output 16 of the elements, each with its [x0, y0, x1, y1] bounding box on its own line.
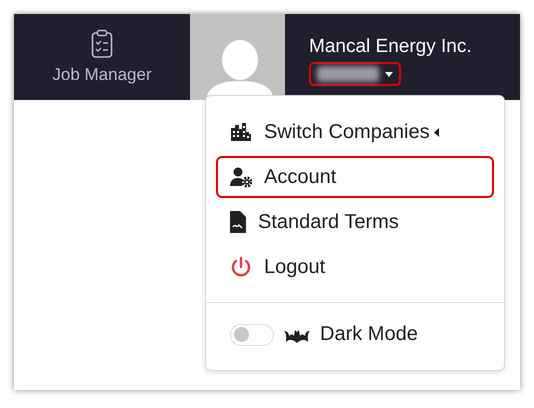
menu-item[interactable]: Standard Terms [216, 201, 494, 243]
user-gear-icon [230, 166, 252, 188]
power-icon [230, 256, 252, 278]
dark-mode-label: Dark Mode [320, 323, 418, 346]
company-name: Mancal Energy Inc. [309, 36, 472, 58]
nav-label[interactable]: Job Manager [52, 65, 152, 85]
blurred-name [317, 66, 379, 82]
document-icon [230, 211, 246, 233]
buildings-icon [230, 121, 252, 143]
user-menu-toggle[interactable] [309, 62, 401, 86]
menu-item[interactable]: Logout [216, 246, 494, 288]
caret-icon [385, 72, 393, 76]
menu-item[interactable]: Account [216, 156, 494, 198]
dark-mode-switch[interactable] [230, 324, 274, 346]
menu-item[interactable]: Switch Companies [216, 111, 494, 153]
clipboard-icon [91, 29, 113, 59]
